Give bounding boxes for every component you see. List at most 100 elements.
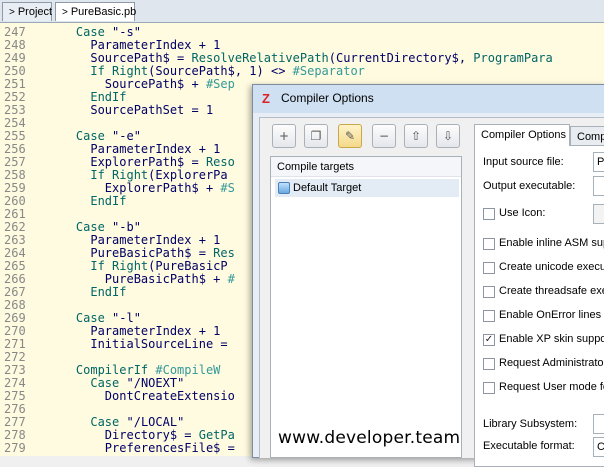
input-source-field[interactable]: Pur (593, 152, 604, 172)
compiler-flag-label: Enable XP skin suppo (499, 333, 604, 345)
code-line[interactable]: PreferencesFile$ = (47, 442, 242, 455)
code-token: PureBasicPath$ + (47, 272, 228, 286)
code-token: Case (75, 25, 105, 39)
compiler-flag-option[interactable]: ✓ Enable XP skin suppo (483, 333, 604, 348)
code-token: "/LOCAL" (119, 415, 185, 429)
compiler-flag-option[interactable]: Enable OnError lines s (483, 309, 604, 324)
dialog-client-area: + ❐ ✎ − ⇧ ⇩ Compile targets Default Targ… (259, 117, 604, 467)
code-line[interactable]: EndIf (47, 286, 126, 299)
code-token: SourcePath$ + (47, 77, 206, 91)
compiler-flag-checkbox[interactable] (483, 238, 495, 250)
compiler-flag-label: Enable OnError lines s (499, 309, 604, 321)
code-token: "-b" (104, 220, 141, 234)
editor-tab-bar: > Project > PureBasic.pb (0, 0, 604, 23)
compiler-flag-checkbox[interactable] (483, 262, 495, 274)
code-token: "-l" (104, 311, 141, 325)
code-line[interactable]: EndIf (47, 195, 126, 208)
code-token: (ExplorerPa (148, 168, 228, 182)
new-target-button[interactable]: + (272, 124, 296, 148)
edit-target-button[interactable]: ✎ (338, 124, 362, 148)
compiler-flag-checkbox[interactable] (483, 310, 495, 322)
output-executable-field[interactable] (593, 176, 604, 196)
code-line[interactable]: DontCreateExtensio (47, 390, 235, 403)
code-token: Case (90, 376, 120, 390)
code-token: Case (75, 311, 105, 325)
code-token: (CurrentDirectory$, (328, 51, 474, 65)
target-item-default[interactable]: Default Target (275, 179, 459, 197)
compiler-flag-label: Create unicode execu (499, 261, 604, 273)
code-token: "/NOEXT" (119, 376, 185, 390)
new-target-icon: + (278, 129, 290, 143)
compiler-flag-label: Enable inline ASM sup (499, 237, 604, 249)
tab-project[interactable]: > Project (2, 2, 52, 21)
purebasic-logo-icon: Z (262, 91, 270, 106)
code-token: DontCreateExtensio (47, 389, 235, 403)
code-token: "-s" (104, 25, 141, 39)
code-token: ParameterIndex + 1 (47, 142, 221, 156)
code-token: If Right (90, 64, 149, 78)
code-token: SourcePathSet = 1 (47, 103, 214, 117)
compile-targets-list[interactable]: Compile targets Default Target (270, 156, 462, 458)
compiler-flag-option[interactable]: Request User mode fo (483, 381, 604, 396)
use-icon-field[interactable] (593, 204, 604, 224)
use-icon-checkbox[interactable] (483, 208, 495, 220)
code-token: ExplorerPath$ = (47, 155, 206, 169)
code-token: EndIf (90, 285, 127, 299)
code-token: (SourcePath$, 1) <> (148, 64, 293, 78)
code-token: ParameterIndex + 1 (47, 38, 221, 52)
code-token: #Separator (292, 64, 365, 78)
compiler-flag-option[interactable]: Create unicode execu (483, 261, 604, 276)
code-token: Case (90, 415, 120, 429)
compiler-flag-checkbox[interactable] (483, 286, 495, 298)
code-line[interactable]: InitialSourceLine = (47, 338, 235, 351)
move-down-icon: ⇩ (442, 129, 454, 143)
code-token: Case (75, 220, 105, 234)
tab-file-label: PureBasic.pb (70, 6, 137, 18)
library-subsystem-field[interactable] (593, 414, 604, 434)
line-number: 279 (4, 441, 26, 455)
compiler-flag-checkbox[interactable] (483, 382, 495, 394)
code-token: GetPa (198, 428, 235, 442)
copy-target-button[interactable]: ❐ (304, 124, 328, 148)
compiler-flag-checkbox[interactable]: ✓ (483, 334, 495, 346)
dialog-title: Compiler Options (281, 91, 374, 105)
code-token: PreferencesFile$ = (47, 441, 243, 455)
code-token: Directory$ = (47, 428, 199, 442)
compiler-flag-checkbox[interactable] (483, 358, 495, 370)
executable-format-label: Executable format: (483, 440, 575, 452)
code-token: "-e" (104, 129, 141, 143)
code-line[interactable]: SourcePathSet = 1 (47, 104, 213, 117)
tab-compile-run[interactable]: Compile (570, 126, 604, 147)
tab-compiler-options[interactable]: Compiler Options (474, 124, 570, 146)
copy-target-icon: ❐ (310, 129, 322, 143)
code-token: Case (75, 129, 105, 143)
move-up-button[interactable]: ⇧ (404, 124, 428, 148)
target-item-label: Default Target (293, 182, 362, 194)
tab-purebasic-file[interactable]: > PureBasic.pb (55, 2, 137, 21)
use-icon-option[interactable]: Use Icon: (483, 207, 573, 222)
move-down-button[interactable]: ⇩ (436, 124, 460, 148)
tab-project-label: Project (17, 6, 53, 18)
compiler-flag-option[interactable]: Create threadsafe exe (483, 285, 604, 300)
code-token: SourcePath$ = (47, 51, 192, 65)
code-token: (PureBasicP (148, 259, 228, 273)
compiler-flag-label: Create threadsafe exe (499, 285, 604, 297)
code-token: EndIf (90, 194, 127, 208)
compiler-options-dialog: Z Compiler Options + ❐ ✎ − ⇧ ⇩ Compile t… (252, 84, 604, 467)
compiler-options-panel: Input source file: Pur Output executable… (474, 145, 604, 467)
remove-target-button[interactable]: − (372, 124, 396, 148)
executable-format-select[interactable]: Co (593, 437, 604, 457)
code-token: Res (213, 246, 235, 260)
code-token: InitialSourceLine = (47, 337, 235, 351)
code-token: CompilerIf (75, 363, 149, 377)
compiler-flag-option[interactable]: Enable inline ASM sup (483, 237, 604, 252)
compiler-flag-option[interactable]: Request Administrator (483, 357, 604, 372)
dialog-titlebar[interactable]: Z Compiler Options (253, 85, 604, 113)
